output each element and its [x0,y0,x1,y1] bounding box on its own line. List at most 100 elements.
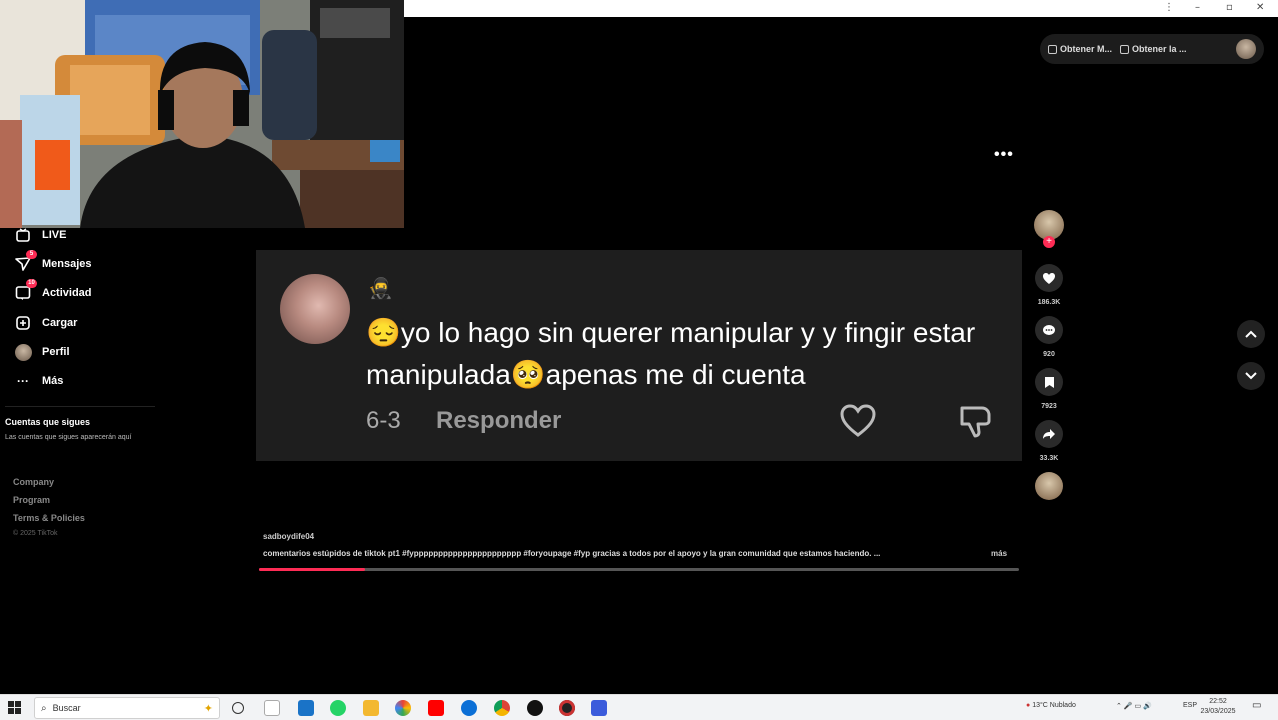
following-subtitle: Las cuentas que sigues aparecerán aquí [5,434,132,441]
sidebar-item-more[interactable]: ··· Más [14,372,63,390]
video-progress-fill [259,568,366,571]
previous-video-button[interactable] [1237,320,1265,348]
user-avatar[interactable] [1236,39,1256,59]
windows-start-icon[interactable] [8,701,21,719]
save-count: 7923 [1041,403,1057,410]
get-app-label: Obtener la ... [1132,44,1187,54]
tiktok-icon[interactable] [527,700,543,716]
youtube-icon[interactable] [428,700,444,716]
commenter-avatar [280,274,350,344]
share-button[interactable] [1035,420,1063,448]
dislike-icon [956,403,996,439]
folder-icon[interactable] [363,700,379,716]
get-coins-button[interactable]: Obtener M... [1048,44,1112,54]
chevron-down-icon [1245,372,1257,380]
comment-icon [1043,324,1055,335]
search-icon: ⌕ [41,702,47,714]
activity-badge: 10 [26,279,37,288]
sidebar-item-label: LIVE [42,229,67,241]
weather-widget[interactable]: ● 13°C Nublado [1026,702,1076,709]
close-icon[interactable]: ✕ [1256,2,1264,13]
get-app-button[interactable]: Obtener la ... [1120,44,1187,54]
taskbar-search-box[interactable]: ⌕ Buscar ✦ [34,697,220,719]
save-button[interactable] [1035,368,1063,396]
following-title: Cuentas que sigues [5,417,91,427]
sidebar-item-activity[interactable]: 10 Actividad [14,279,92,302]
weather-icon: ● [1026,702,1031,709]
windows-taskbar: ⌕ Buscar ✦ ● 13°C Nublado ⌃ 🎤 ▭ 🔊 ESP 22… [0,694,1278,720]
coin-icon [1048,44,1057,54]
music-disc-avatar[interactable] [1035,472,1063,500]
tray-icons[interactable]: ⌃ 🎤 ▭ 🔊 [1116,702,1152,710]
footer-link-program[interactable]: Program [13,495,50,505]
sidebar-item-label: Cargar [42,317,78,329]
heart-outline-icon [838,403,878,439]
task-view-icon[interactable] [232,702,244,714]
share-count: 33.3K [1039,455,1059,462]
caption-more-link[interactable]: más [991,549,1007,558]
webcam-overlay [0,0,404,228]
comment-text: 😔yo lo hago sin querer manipular y y fin… [366,312,986,396]
footer-link-company[interactable]: Company [13,477,54,487]
language-indicator[interactable]: ESP [1183,702,1197,709]
live-icon [14,226,32,244]
notification-icon[interactable]: ▭ [1252,700,1261,711]
chrome-icon[interactable] [494,700,510,716]
search-placeholder: Buscar [52,703,81,713]
photos-icon[interactable] [395,700,411,716]
heart-icon [1043,272,1055,284]
video-caption: comentarios estúpidos de tiktok pt1 #fyp… [263,549,881,558]
sidebar-item-live[interactable]: LIVE [14,226,66,244]
pensive-emoji: 😔 [366,317,401,348]
maximize-icon[interactable]: ▫ [1226,2,1233,13]
share-icon [1043,429,1055,439]
profile-avatar [14,343,32,361]
file-explorer-icon[interactable] [264,700,280,716]
video-progress-bar[interactable] [259,568,1019,571]
copyright: © 2025 TikTok [13,530,58,537]
messages-badge: 5 [26,250,37,259]
whatsapp-icon[interactable] [330,700,346,716]
sidebar-item-label: Más [42,375,64,387]
more-options-icon[interactable]: ••• [994,146,1014,164]
footer-link-terms[interactable]: Terms & Policies [13,513,85,523]
pleading-emoji: 🥺 [510,359,546,390]
comment-date: 6-3 [366,407,401,434]
clock-time: 22:52 [1209,698,1227,705]
comment-count: 920 [1043,351,1055,358]
follow-plus-icon[interactable]: + [1043,236,1055,248]
menu-dots-icon[interactable]: ⋮ [1164,2,1174,13]
comment-text-part2: apenas me di cuenta [545,359,806,390]
activity-icon: 10 [14,279,37,302]
commenter-name-icon: 🥷 [368,278,393,300]
comment-button[interactable] [1035,316,1063,344]
sidebar-item-label: Perfil [42,346,70,358]
upload-icon [14,314,32,332]
obs-icon[interactable] [559,700,575,716]
top-actions-bar: Obtener M... Obtener la ... [1040,34,1264,64]
weather-text: 13°C Nublado [1032,702,1076,709]
bookmark-icon [1044,376,1054,388]
like-count: 186.3K [1037,299,1061,306]
clock[interactable]: 22:52 23/03/2025 [1200,697,1236,717]
clock-date: 23/03/2025 [1200,708,1236,715]
minimize-icon[interactable]: – [1195,2,1200,13]
edge-icon[interactable] [461,700,477,716]
sidebar-item-label: Mensajes [42,258,92,270]
sidebar-item-messages[interactable]: 5 Mensajes [14,250,92,273]
sidebar-item-label: Actividad [42,287,92,299]
next-video-button[interactable] [1237,362,1265,390]
more-icon: ··· [17,374,29,388]
app-icon[interactable] [591,700,607,716]
messages-icon: 5 [14,250,37,273]
outlook-icon[interactable] [298,700,314,716]
get-coins-label: Obtener M... [1060,44,1113,54]
video-author[interactable]: sadboydife04 [263,532,314,541]
search-highlight-icon: ✦ [203,702,213,715]
reply-button: Responder [436,407,562,434]
like-button[interactable] [1035,264,1063,292]
phone-icon [1120,44,1130,54]
screen: ⋮ – ▫ ✕ Obtener M... Obtener la ... LIVE… [0,0,1278,720]
sidebar-item-upload[interactable]: Cargar [14,314,77,332]
sidebar-item-profile[interactable]: Perfil [14,343,70,361]
